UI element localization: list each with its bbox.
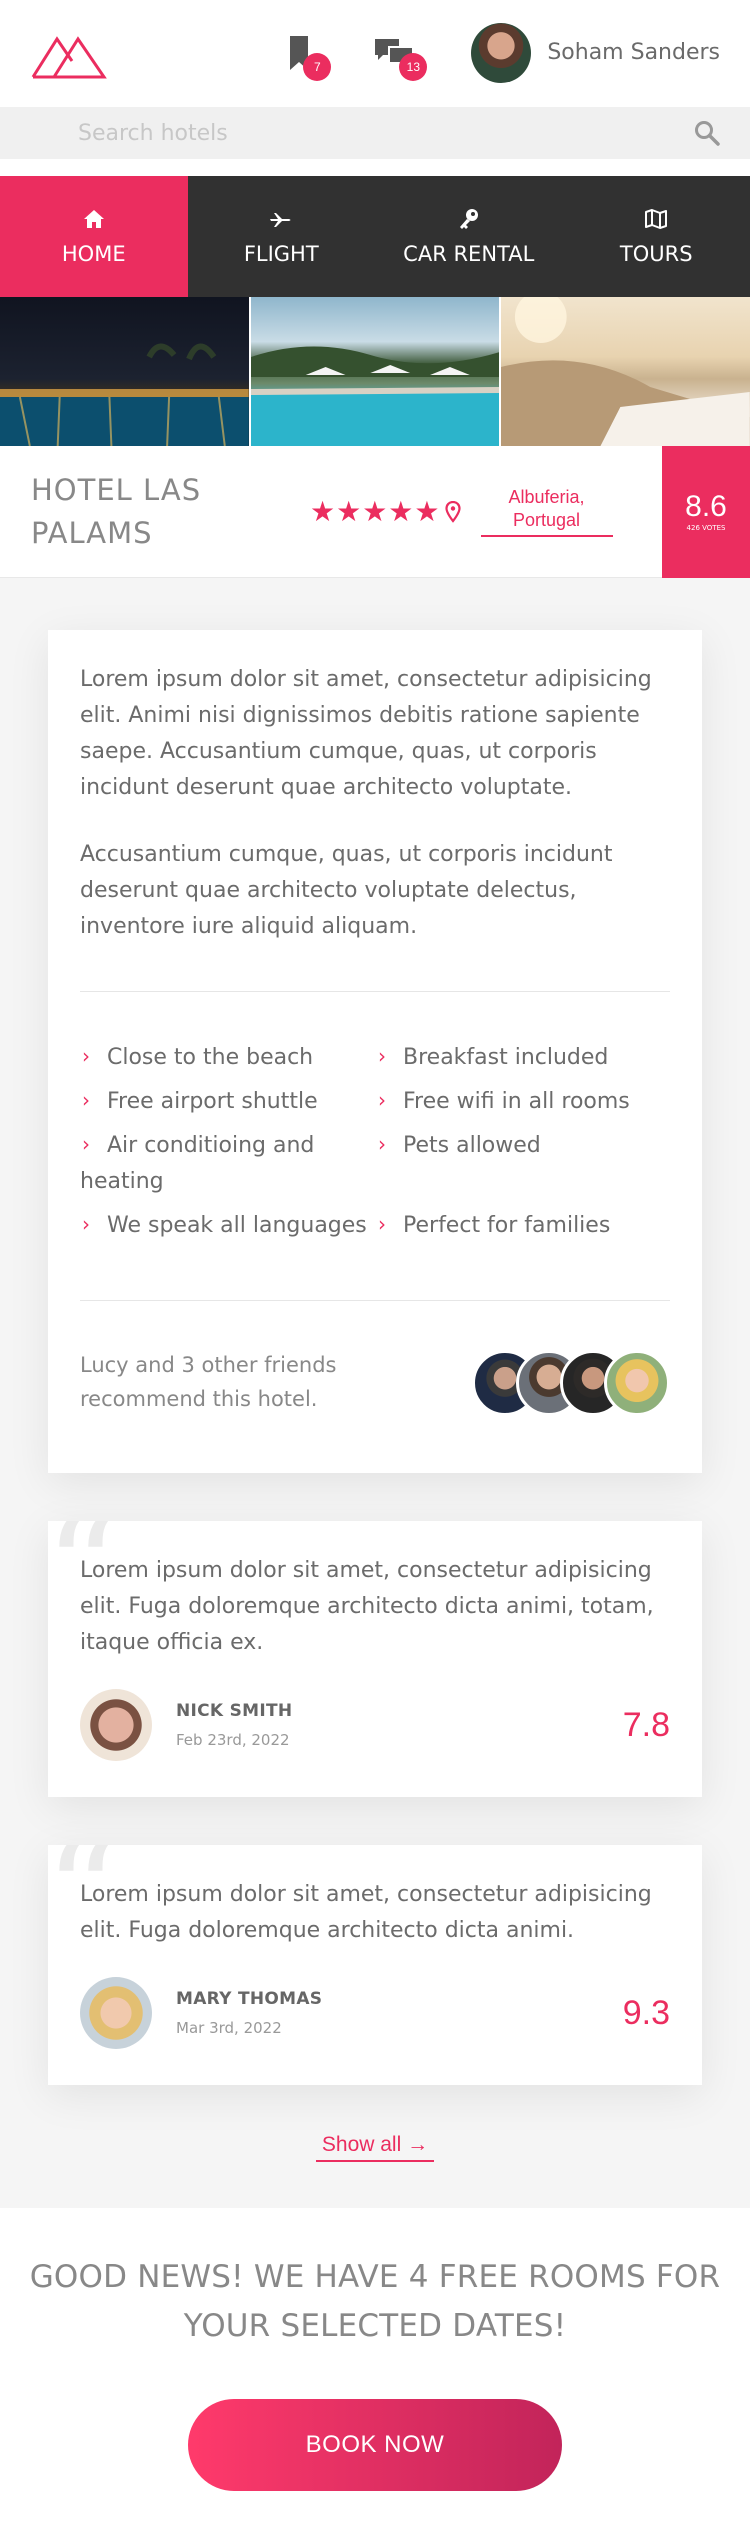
book-now-button[interactable]: BOOK NOW	[188, 2398, 562, 2491]
feature-item: › Free wifi in all rooms	[376, 1084, 670, 1120]
messages-button[interactable]: 13	[375, 33, 428, 81]
header: 7 13 Soham Sanders	[0, 0, 750, 105]
tab-label: FLIGHT	[243, 241, 319, 266]
review-card: “ Lorem ipsum dolor sit amet, consectetu…	[48, 1521, 702, 1797]
photo-illustration	[501, 297, 750, 446]
review-author: MARY THOMAS Mar 3rd, 2022 9.3	[80, 1977, 670, 2050]
star-rating: ★★★★★	[310, 495, 441, 528]
avatar[interactable]	[80, 1689, 152, 1762]
feature-item: › Close to the beach	[80, 1040, 376, 1076]
feature-label: Air conditioing and heating	[80, 1132, 315, 1194]
feature-label: Free airport shuttle	[107, 1088, 318, 1114]
show-all-link[interactable]: Show all →	[316, 2133, 434, 2162]
review-score: 9.3	[622, 1993, 670, 2032]
review-text: Lorem ipsum dolor sit amet, consectetur …	[80, 1558, 654, 1656]
tab-tours[interactable]: TOURS	[563, 176, 750, 297]
key-icon	[459, 208, 478, 229]
description-paragraph: Accusantium cumque, quas, ut corporis in…	[80, 842, 613, 940]
search-icon[interactable]	[694, 120, 720, 146]
photo-gallery	[0, 297, 750, 446]
author-info: NICK SMITH Feb 23rd, 2022	[176, 1701, 292, 1749]
messages-badge: 13	[399, 52, 428, 81]
review-date: Feb 23rd, 2022	[176, 1731, 290, 1750]
user-name: Soham Sanders	[547, 40, 720, 65]
tab-label: CAR RENTAL	[403, 241, 535, 266]
home-icon	[83, 209, 104, 228]
author-info: MARY THOMAS Mar 3rd, 2022	[176, 1989, 322, 2037]
feature-item: › We speak all languages	[80, 1208, 376, 1244]
free-rooms-banner: GOOD NEWS! WE HAVE 4 FREE ROOMS FOR YOUR…	[29, 2259, 721, 2344]
hotel-photo-terrace[interactable]	[499, 297, 750, 446]
review-text: Lorem ipsum dolor sit amet, consectetur …	[80, 1882, 652, 1944]
feature-item: › Free airport shuttle	[80, 1084, 376, 1120]
reviewer-name: MARY THOMAS	[176, 1989, 323, 2010]
reviewer-name: NICK SMITH	[176, 1701, 293, 1722]
plane-icon	[270, 212, 291, 227]
chevron-right-icon: ›	[378, 1087, 386, 1112]
hotel-photo-night-pool[interactable]	[0, 297, 249, 446]
feature-label: Free wifi in all rooms	[403, 1088, 630, 1114]
features-list: › Close to the beach › Breakfast included …	[80, 992, 670, 1244]
search-bar	[0, 107, 750, 159]
bookmarks-badge: 7	[303, 52, 332, 81]
bookmarks-button[interactable]: 7	[279, 33, 332, 81]
avatar[interactable]	[604, 1349, 670, 1416]
main-content: Lorem ipsum dolor sit amet, consectetur …	[0, 578, 750, 2208]
location-pin-icon	[444, 500, 461, 523]
hotel-summary: HOTEL LAS PALAMS ★★★★★ Albuferia, Portug…	[0, 446, 750, 578]
feature-label: We speak all languages	[107, 1212, 367, 1238]
feature-item: › Breakfast included	[376, 1040, 670, 1076]
hotel-photo-day-pool[interactable]	[248, 297, 500, 446]
user-menu[interactable]: Soham Sanders	[471, 22, 720, 83]
votes-count: 426 VOTES	[686, 524, 726, 533]
friends-recommend: Lucy and 3 other friends recommend this …	[80, 1301, 670, 1416]
tab-label: HOME	[61, 241, 126, 266]
map-icon	[645, 208, 668, 229]
feature-item: › Pets allowed	[376, 1128, 670, 1200]
avatar[interactable]	[80, 1977, 152, 2050]
photo-illustration	[250, 346, 500, 446]
score-value: 8.6	[685, 490, 727, 524]
logo-icon[interactable]	[30, 25, 108, 81]
search-input[interactable]	[78, 120, 694, 146]
header-actions: 7 13 Soham Sanders	[279, 22, 720, 83]
review-score: 7.8	[622, 1705, 670, 1744]
feature-label: Close to the beach	[107, 1044, 314, 1070]
location-link[interactable]: Albuferia, Portugal	[480, 486, 613, 537]
review-card: “ Lorem ipsum dolor sit amet, consectetu…	[48, 1845, 702, 2085]
description-card: Lorem ipsum dolor sit amet, consectetur …	[48, 630, 702, 1473]
review-author: NICK SMITH Feb 23rd, 2022 7.8	[80, 1689, 670, 1762]
tab-label: TOURS	[619, 241, 693, 266]
chevron-right-icon: ›	[378, 1131, 386, 1156]
chevron-right-icon: ›	[82, 1131, 90, 1156]
avatar[interactable]	[471, 22, 532, 83]
description-paragraph: Lorem ipsum dolor sit amet, consectetur …	[80, 667, 652, 801]
feature-item: › Perfect for families	[376, 1208, 670, 1244]
hotel-score: 8.6 426 VOTES	[662, 446, 750, 578]
feature-label: Pets allowed	[403, 1132, 541, 1158]
friends-text: Lucy and 3 other friends recommend this …	[80, 1352, 337, 1411]
chevron-right-icon: ›	[378, 1043, 386, 1068]
feature-label: Perfect for families	[403, 1212, 611, 1238]
friends-avatars	[472, 1349, 670, 1416]
chevron-right-icon: ›	[82, 1043, 90, 1068]
feature-item: › Air conditioing and heating	[80, 1128, 376, 1200]
chevron-right-icon: ›	[378, 1211, 386, 1236]
main-nav: HOME FLIGHT CAR RENTAL TOURS	[0, 176, 750, 297]
hotel-name: HOTEL LAS PALAMS	[31, 473, 202, 550]
feature-label: Breakfast included	[403, 1044, 609, 1070]
chevron-right-icon: ›	[82, 1087, 90, 1112]
tab-car-rental[interactable]: CAR RENTAL	[375, 176, 563, 297]
tab-flight[interactable]: FLIGHT	[188, 176, 376, 297]
chevron-right-icon: ›	[82, 1211, 90, 1236]
review-date: Mar 3rd, 2022	[176, 2019, 282, 2038]
tab-home[interactable]: HOME	[0, 176, 188, 297]
photo-illustration	[0, 343, 249, 446]
